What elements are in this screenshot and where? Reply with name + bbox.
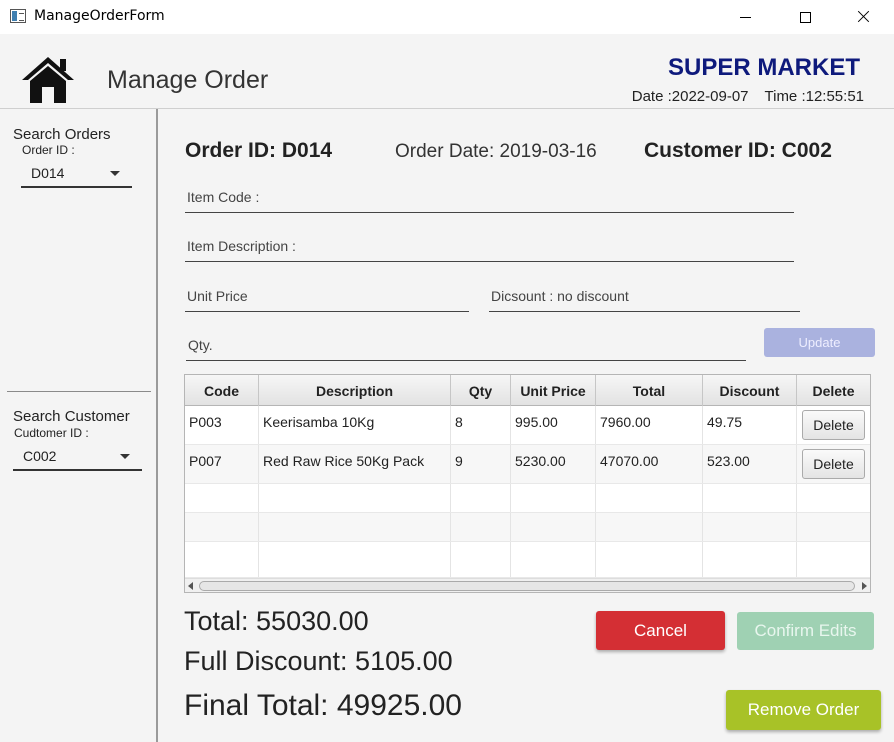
- search-customer-label: Search Customer: [13, 408, 130, 425]
- cell-discount: 523.00: [703, 445, 797, 483]
- minimize-button[interactable]: [722, 0, 768, 34]
- item-code-field[interactable]: Item Code :: [185, 183, 794, 213]
- scrollbar-thumb[interactable]: [199, 581, 855, 591]
- header-divider: [0, 108, 894, 109]
- update-button[interactable]: Update: [764, 328, 875, 357]
- date-label: Date :2022-09-07: [631, 88, 749, 105]
- column-header-total[interactable]: Total: [596, 375, 703, 406]
- column-header-qty[interactable]: Qty: [451, 375, 511, 406]
- empty-table-row: [185, 513, 870, 542]
- cell-code: P003: [185, 406, 259, 444]
- empty-table-row: [185, 484, 870, 513]
- empty-table-row: [185, 542, 870, 578]
- cell-delete: Delete: [797, 445, 870, 483]
- sidebar-divider: [156, 109, 158, 742]
- qty-placeholder: Qty.: [188, 337, 213, 353]
- date-time-display: Date :2022-09-07 Time :12:55:51: [560, 88, 864, 105]
- column-header-delete[interactable]: Delete: [797, 375, 870, 406]
- close-button[interactable]: [840, 0, 886, 34]
- qty-field[interactable]: Qty.: [186, 331, 746, 361]
- customer-id-heading: Customer ID: C002: [644, 139, 832, 162]
- cell-qty: 9: [451, 445, 511, 483]
- window-title: ManageOrderForm: [34, 8, 165, 24]
- sidebar-separator: [7, 391, 151, 392]
- cell-qty: 8: [451, 406, 511, 444]
- cell-description: Red Raw Rice 50Kg Pack: [259, 445, 451, 483]
- order-id-combo[interactable]: D014: [21, 160, 132, 188]
- unit-price-field[interactable]: Unit Price: [185, 282, 469, 312]
- column-header-description[interactable]: Description: [259, 375, 451, 406]
- delete-row-button[interactable]: Delete: [802, 449, 865, 479]
- column-header-unit-price[interactable]: Unit Price: [511, 375, 596, 406]
- order-date-label: Order Date: 2019-03-16: [395, 141, 597, 162]
- table-row[interactable]: P007 Red Raw Rice 50Kg Pack 9 5230.00 47…: [185, 445, 870, 484]
- time-label: Time :12:55:51: [764, 88, 865, 105]
- maximize-icon: [799, 11, 811, 23]
- total-label: Total: 55030.00: [184, 606, 369, 636]
- full-discount-label: Full Discount: 5105.00: [184, 646, 453, 676]
- app-window-icon: [10, 9, 26, 23]
- order-items-table: Code Description Qty Unit Price Total Di…: [184, 374, 871, 593]
- order-id-label: Order ID :: [22, 143, 75, 157]
- cancel-button[interactable]: Cancel: [596, 611, 725, 650]
- scroll-left-icon[interactable]: [188, 582, 193, 590]
- unit-price-placeholder: Unit Price: [187, 288, 248, 304]
- customer-id-combo[interactable]: C002: [13, 443, 142, 471]
- brand-label: SUPER MARKET: [667, 54, 860, 81]
- scroll-right-icon[interactable]: [862, 582, 867, 590]
- column-header-code[interactable]: Code: [185, 375, 259, 406]
- chevron-down-icon: [110, 171, 120, 176]
- remove-order-button[interactable]: Remove Order: [726, 690, 881, 730]
- cell-total: 47070.00: [596, 445, 703, 483]
- home-icon[interactable]: [20, 55, 76, 105]
- final-total-label: Final Total: 49925.00: [184, 689, 462, 722]
- item-description-placeholder: Item Description :: [187, 238, 296, 254]
- discount-field[interactable]: Dicsount : no discount: [489, 282, 800, 312]
- search-orders-label: Search Orders: [13, 126, 111, 143]
- item-code-placeholder: Item Code :: [187, 189, 260, 205]
- customer-id-label: Cudtomer ID :: [14, 426, 89, 440]
- cell-unit-price: 5230.00: [511, 445, 596, 483]
- page-title: Manage Order: [107, 66, 269, 94]
- order-id-heading: Order ID: D014: [185, 139, 333, 162]
- cell-code: P007: [185, 445, 259, 483]
- cell-total: 7960.00: [596, 406, 703, 444]
- horizontal-scrollbar[interactable]: [185, 578, 870, 592]
- manage-order-window: ManageOrderForm Manage Order SUPER MARKE…: [0, 0, 894, 742]
- item-description-field[interactable]: Item Description :: [185, 232, 794, 262]
- column-header-discount[interactable]: Discount: [703, 375, 797, 406]
- confirm-edits-button[interactable]: Confirm Edits: [737, 612, 874, 650]
- close-icon: [856, 10, 870, 24]
- maximize-button[interactable]: [782, 0, 828, 34]
- title-bar: ManageOrderForm: [0, 0, 894, 34]
- cell-description: Keerisamba 10Kg: [259, 406, 451, 444]
- cell-unit-price: 995.00: [511, 406, 596, 444]
- discount-placeholder: Dicsount : no discount: [491, 288, 629, 304]
- table-header: Code Description Qty Unit Price Total Di…: [185, 375, 870, 406]
- order-id-value: D014: [31, 165, 65, 181]
- table-row[interactable]: P003 Keerisamba 10Kg 8 995.00 7960.00 49…: [185, 406, 870, 445]
- customer-id-value: C002: [23, 448, 57, 464]
- minimize-icon: [739, 16, 751, 18]
- delete-row-button[interactable]: Delete: [802, 410, 865, 440]
- cell-discount: 49.75: [703, 406, 797, 444]
- chevron-down-icon: [120, 454, 130, 459]
- cell-delete: Delete: [797, 406, 870, 444]
